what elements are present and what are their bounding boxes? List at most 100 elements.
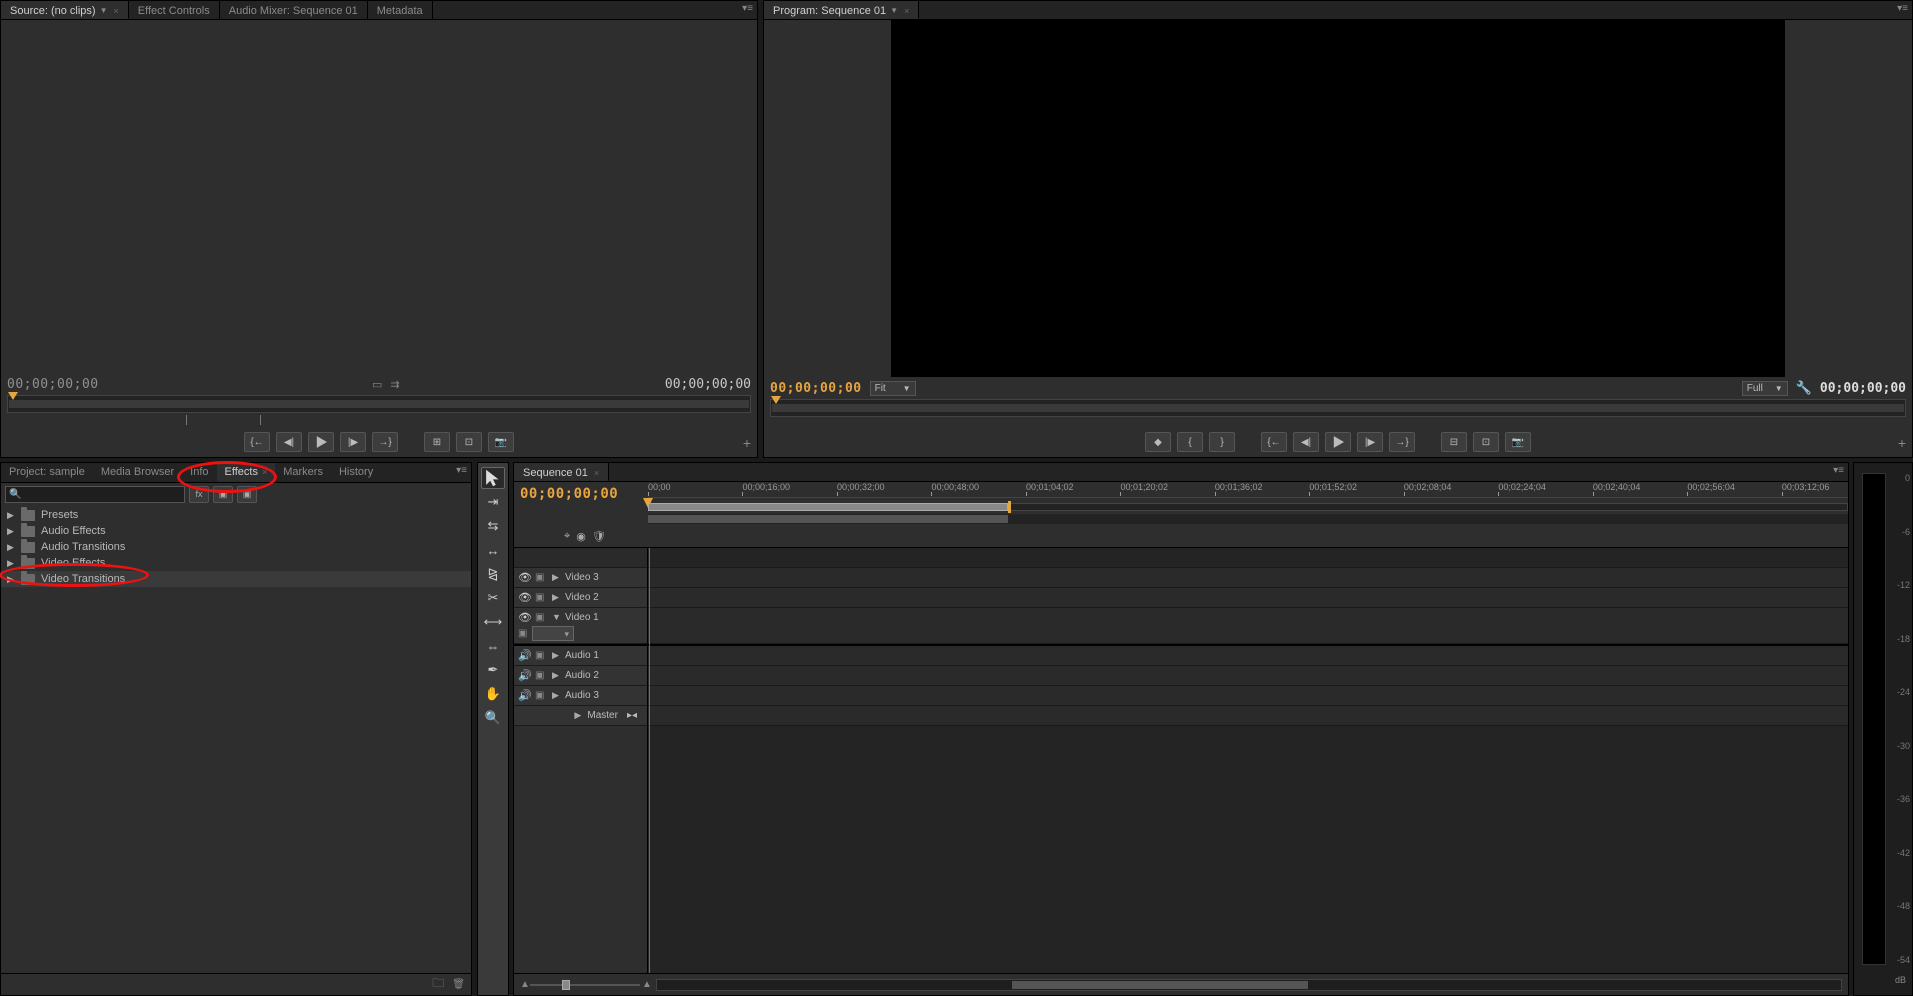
track-select-tool[interactable]: ⇥ [481, 491, 505, 513]
panel-menu-icon[interactable]: ▾≡ [742, 3, 753, 14]
zoom-handle-icon[interactable] [1008, 501, 1011, 513]
play-button[interactable] [1325, 432, 1351, 452]
source-scrub-bar[interactable] [7, 395, 751, 413]
lock-icon[interactable]: ▣ [535, 572, 547, 583]
track-header-master[interactable]: ▶Master▸◂ [514, 706, 647, 726]
yuv-fx-toggle[interactable]: ▣ [237, 486, 257, 503]
tab-effect-controls[interactable]: Effect Controls [129, 1, 220, 19]
mark-in-button[interactable]: {← [244, 432, 270, 452]
zoom-out-icon[interactable]: ▲ [520, 981, 528, 989]
lock-icon[interactable]: ▣ [535, 690, 547, 701]
delete-icon[interactable]: 🗑 [452, 979, 465, 990]
new-bin-icon[interactable]: 🗀 [432, 974, 444, 995]
quality-dropdown[interactable]: Full▼ [1742, 381, 1788, 396]
track-header-video1[interactable]: 👁▣▼Video 1 ▣ ▾ [514, 608, 647, 644]
tab-effects[interactable]: Effects× [217, 463, 276, 482]
go-out-button[interactable]: →} [1389, 432, 1415, 452]
snap-toggle-icon[interactable]: ⌖ [564, 530, 570, 543]
close-icon[interactable]: × [114, 3, 119, 19]
lock-icon[interactable]: ▣ [535, 670, 547, 681]
tab-media-browser[interactable]: Media Browser [93, 463, 182, 482]
lift-button[interactable]: ⊟ [1441, 432, 1467, 452]
work-area-bar[interactable] [648, 514, 1848, 524]
tab-sequence-01[interactable]: Sequence 01 × [514, 463, 609, 481]
rate-stretch-tool[interactable]: ⧎ [481, 563, 505, 585]
track-header-video2[interactable]: 👁▣▶Video 2 [514, 588, 647, 608]
program-scrub-bar[interactable] [770, 399, 1906, 417]
tree-item-video-effects[interactable]: ▶Video Effects [1, 555, 471, 571]
lock-icon[interactable]: ▣ [535, 592, 547, 603]
time-ruler[interactable]: 00;0000;00;16;0000;00;32;0000;00;48;0000… [648, 482, 1848, 498]
timeline-hscrollbar[interactable] [656, 979, 1842, 991]
panel-menu-icon[interactable]: ▾≡ [1897, 3, 1908, 14]
disclosure-icon[interactable]: ▼ [552, 612, 560, 622]
drag-video-icon[interactable]: ⇉ [390, 378, 399, 391]
toggle-output-icon[interactable]: 👁 [518, 611, 530, 624]
rolling-edit-tool[interactable]: ↔ [481, 539, 505, 561]
extract-button[interactable]: ⊡ [1473, 432, 1499, 452]
timeline-timecode[interactable]: 00;00;00;00 [520, 486, 642, 502]
dropdown-icon[interactable]: ▼ [890, 3, 898, 19]
pen-tool[interactable]: ✒ [481, 659, 505, 681]
disclosure-icon[interactable]: ▶ [7, 558, 15, 569]
button-editor-icon[interactable]: + [743, 435, 751, 451]
lock-icon[interactable]: ▣ [535, 650, 547, 661]
tab-audio-mixer[interactable]: Audio Mixer: Sequence 01 [220, 1, 368, 19]
disclosure-icon[interactable]: ▶ [552, 650, 560, 661]
timeline-zoom-bar[interactable] [648, 498, 1848, 514]
play-button[interactable] [308, 432, 334, 452]
tab-program-seq01[interactable]: Program: Sequence 01 ▼ × [764, 1, 919, 19]
razor-tool[interactable]: ✂ [481, 587, 505, 609]
aspect-icon[interactable]: ▭ [372, 378, 382, 391]
settings-icon[interactable]: 🛡 [592, 530, 606, 543]
tab-history[interactable]: History [331, 463, 381, 482]
disclosure-icon[interactable]: ▶ [552, 572, 560, 583]
tab-source-noclips[interactable]: Source: (no clips) ▼ × [1, 1, 129, 19]
panel-menu-icon[interactable]: ▾≡ [1833, 465, 1844, 476]
ripple-edit-tool[interactable]: ⇆ [481, 515, 505, 537]
track-header-audio1[interactable]: 🔊▣▶Audio 1 [514, 646, 647, 666]
add-marker-button[interactable]: ◆ [1145, 432, 1171, 452]
panel-menu-icon[interactable]: ▾≡ [456, 465, 467, 476]
disclosure-icon[interactable]: ▶ [7, 510, 15, 521]
tree-item-video-transitions[interactable]: ▶Video Transitions [1, 571, 471, 587]
zoom-in-icon[interactable]: ▲ [642, 981, 650, 989]
disclosure-icon[interactable]: ▶ [7, 526, 15, 537]
disclosure-icon[interactable]: ▶ [7, 574, 15, 585]
hand-tool[interactable]: ✋ [481, 683, 505, 705]
disclosure-icon[interactable]: ▶ [552, 670, 560, 681]
playhead-marker-icon[interactable] [771, 396, 781, 404]
track-header-audio2[interactable]: 🔊▣▶Audio 2 [514, 666, 647, 686]
effects-search-input[interactable] [5, 486, 185, 503]
step-back-button[interactable]: ◀| [276, 432, 302, 452]
tree-item-audio-transitions[interactable]: ▶Audio Transitions [1, 539, 471, 555]
close-icon[interactable]: × [594, 465, 599, 481]
toggle-output-icon[interactable]: 🔊 [518, 649, 530, 662]
tab-markers[interactable]: Markers [275, 463, 331, 482]
settings-wrench-icon[interactable]: 🔧 [1796, 380, 1812, 396]
toggle-output-icon[interactable]: 🔊 [518, 669, 530, 682]
zoom-fit-dropdown[interactable]: Fit▼ [870, 381, 916, 396]
step-fwd-button[interactable]: |▶ [340, 432, 366, 452]
timeline-zoom-slider[interactable]: ▲ ▲ [520, 980, 650, 990]
program-timecode-current[interactable]: 00;00;00;00 [770, 381, 862, 396]
lock-icon[interactable]: ▣ [535, 612, 547, 623]
opacity-dropdown[interactable]: ▾ [532, 626, 574, 641]
playhead-marker-icon[interactable] [8, 392, 18, 400]
step-back-button[interactable]: ◀| [1293, 432, 1319, 452]
mark-in-button[interactable]: { [1177, 432, 1203, 452]
playhead-line[interactable] [649, 548, 650, 973]
overwrite-button[interactable]: ⊡ [456, 432, 482, 452]
tab-project[interactable]: Project: sample [1, 463, 93, 482]
slip-tool[interactable]: ⟷ [481, 611, 505, 633]
mark-out-button[interactable]: } [1209, 432, 1235, 452]
go-in-button[interactable]: {← [1261, 432, 1287, 452]
tree-item-presets[interactable]: ▶Presets [1, 507, 471, 523]
tab-metadata[interactable]: Metadata [368, 1, 433, 19]
zoom-tool[interactable]: 🔍 [481, 707, 505, 729]
insert-button[interactable]: ⊞ [424, 432, 450, 452]
selection-tool[interactable] [481, 467, 505, 489]
toggle-output-icon[interactable]: 👁 [518, 591, 530, 604]
toggle-output-icon[interactable]: 🔊 [518, 689, 530, 702]
marker-icon[interactable]: ◉ [576, 530, 586, 543]
